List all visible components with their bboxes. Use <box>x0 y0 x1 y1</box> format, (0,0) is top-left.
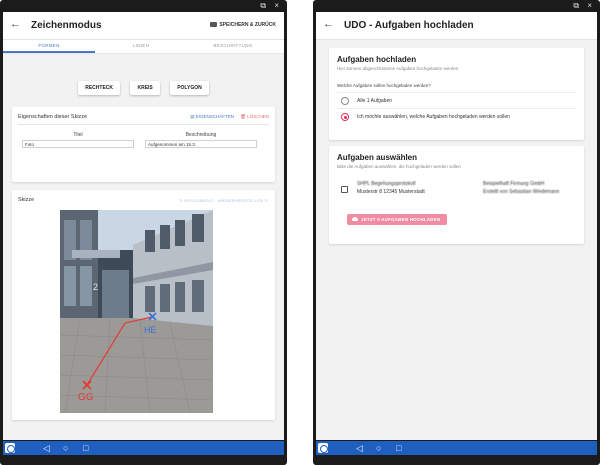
radio-option-all-label: Alle 1 Aufgaben <box>357 98 393 104</box>
upload-now-button[interactable]: JETZT 0 AUFGABEN HOCHLADEN <box>347 214 447 225</box>
upload-screen: ← UDO - Aufgaben hochladen Aufgaben hoch… <box>316 12 597 440</box>
upload-tasks-card: Aufgaben hochladen Hier können abgeschlo… <box>329 48 584 140</box>
task-company: Beispielhaft Firmung GmbH <box>483 181 545 187</box>
nav-back-icon[interactable]: ◁ <box>356 442 363 454</box>
description-field[interactable]: Aufgenommen am 15.3. <box>145 140 257 148</box>
radio-option-all[interactable]: Alle 1 Aufgaben <box>337 92 576 108</box>
title-column-header: Titel <box>73 132 83 138</box>
android-nav-bar: ◁ ○ □ <box>316 441 597 455</box>
tablet-right: ⧉ × ← UDO - Aufgaben hochladen Aufgaben … <box>313 0 600 465</box>
android-nav-bar: ◁ ○ □ <box>3 441 284 455</box>
back-arrow-icon[interactable]: ← <box>323 18 334 30</box>
status-icons: ⧉ × <box>260 1 282 10</box>
divider <box>18 124 269 125</box>
nav-back-icon[interactable]: ◁ <box>43 442 50 454</box>
undo-redo-actions[interactable]: ↻ RÜCKGÄNGIG · WIEDERHERSTELLEN ↻ <box>179 198 268 203</box>
properties-actions: ▤ EIGENSCHAFTEN 🗑 LÖSCHEN <box>190 114 269 120</box>
select-card-title: Aufgaben auswählen <box>337 153 418 162</box>
nav-home-icon[interactable]: ○ <box>376 442 381 454</box>
delete-button[interactable]: 🗑 LÖSCHEN <box>240 114 269 119</box>
status-bar: ⧉ × <box>313 0 600 12</box>
sketch-card: Skizze ↻ RÜCKGÄNGIG · WIEDERHERSTELLEN ↻ <box>12 190 275 420</box>
app-icon[interactable] <box>5 443 15 453</box>
nav-recent-icon[interactable]: □ <box>83 442 88 454</box>
task-checkbox[interactable] <box>341 186 348 193</box>
task-meta: Beispielhaft Firmung GmbH Erstellt von S… <box>483 180 559 196</box>
tab-formen[interactable]: FORMEN <box>3 43 95 48</box>
sketch-canvas[interactable]: 2 HE GG <box>60 210 213 413</box>
rectangle-button[interactable]: RECHTECK <box>78 81 121 95</box>
task-name: SHPL Begehungsprotokoll <box>357 181 416 187</box>
tab-linien[interactable]: LINIEN <box>95 43 187 48</box>
label-gg: GG <box>78 392 94 403</box>
building-number: 2 <box>93 282 98 292</box>
upload-question: Welche Aufgaben sollen hochgeladen werde… <box>337 83 431 88</box>
active-tab-indicator <box>3 51 95 53</box>
app-bar: ← UDO - Aufgaben hochladen <box>316 12 597 40</box>
task-creator: Erstellt von Sebastian Wiedemann <box>483 189 560 195</box>
radio-option-select-label: Ich möchte auswählen, welche Aufgaben ho… <box>357 114 510 120</box>
properties-title: Eigenschaften dieser Skizze <box>18 114 88 120</box>
save-and-back-button[interactable]: SPEICHERN & ZURÜCK <box>210 22 276 28</box>
title-field[interactable]: Foto <box>22 140 134 148</box>
select-tasks-card: Aufgaben auswählen Bitte die Aufgaben au… <box>329 146 584 244</box>
status-icons: ⧉ × <box>573 1 595 10</box>
upload-card-title: Aufgaben hochladen <box>337 55 417 64</box>
radio-checked-icon[interactable] <box>341 113 349 121</box>
shape-buttons: RECHTECK KREIS POLYGON <box>3 76 284 95</box>
sketch-properties-card: Eigenschaften dieser Skizze ▤ EIGENSCHAF… <box>12 107 275 182</box>
select-card-subtitle: Bitte die Aufgaben auswählen, die hochge… <box>337 164 461 169</box>
tab-beschriftung[interactable]: BESCHRIFTUNG <box>187 43 279 48</box>
status-bar: ⧉ × <box>0 0 287 12</box>
task-address: Musterstr 8 12345 Musterstadt <box>357 189 425 195</box>
task-row[interactable]: SHPL Begehungsprotokoll Musterstr 8 1234… <box>337 178 576 202</box>
sketch-photo: 2 HE GG <box>60 210 213 413</box>
nav-home-icon[interactable]: ○ <box>63 442 68 454</box>
tablet-left: ⧉ × ← Zeichenmodus SPEICHERN & ZURÜCK FO… <box>0 0 287 465</box>
cloud-upload-icon <box>352 217 358 221</box>
folder-icon <box>210 22 218 27</box>
radio-unchecked-icon[interactable] <box>341 97 349 105</box>
back-arrow-icon[interactable]: ← <box>10 18 21 30</box>
label-he: HE <box>144 325 157 335</box>
nav-recent-icon[interactable]: □ <box>396 442 401 454</box>
description-column-header: Beschreibung <box>185 132 217 138</box>
task-info: SHPL Begehungsprotokoll Musterstr 8 1234… <box>357 180 425 196</box>
page-title: UDO - Aufgaben hochladen <box>344 20 474 31</box>
radio-option-select[interactable]: Ich möchte auswählen, welche Aufgaben ho… <box>337 108 576 124</box>
save-and-back-label: SPEICHERN & ZURÜCK <box>219 22 276 28</box>
polygon-button[interactable]: POLYGON <box>170 81 209 95</box>
upload-card-subtitle: Hier können abgeschlossene Aufgaben hoch… <box>337 66 459 71</box>
mode-tabs: FORMEN LINIEN BESCHRIFTUNG <box>3 40 284 54</box>
drawing-screen: ← Zeichenmodus SPEICHERN & ZURÜCK FORMEN… <box>3 12 284 440</box>
page-title: Zeichenmodus <box>31 20 102 31</box>
properties-button[interactable]: ▤ EIGENSCHAFTEN <box>190 114 234 119</box>
app-icon[interactable] <box>318 443 328 453</box>
sketch-title: Skizze <box>18 197 35 203</box>
upload-now-label: JETZT 0 AUFGABEN HOCHLADEN <box>361 217 441 222</box>
app-bar: ← Zeichenmodus SPEICHERN & ZURÜCK <box>3 12 284 40</box>
circle-button[interactable]: KREIS <box>130 81 160 95</box>
